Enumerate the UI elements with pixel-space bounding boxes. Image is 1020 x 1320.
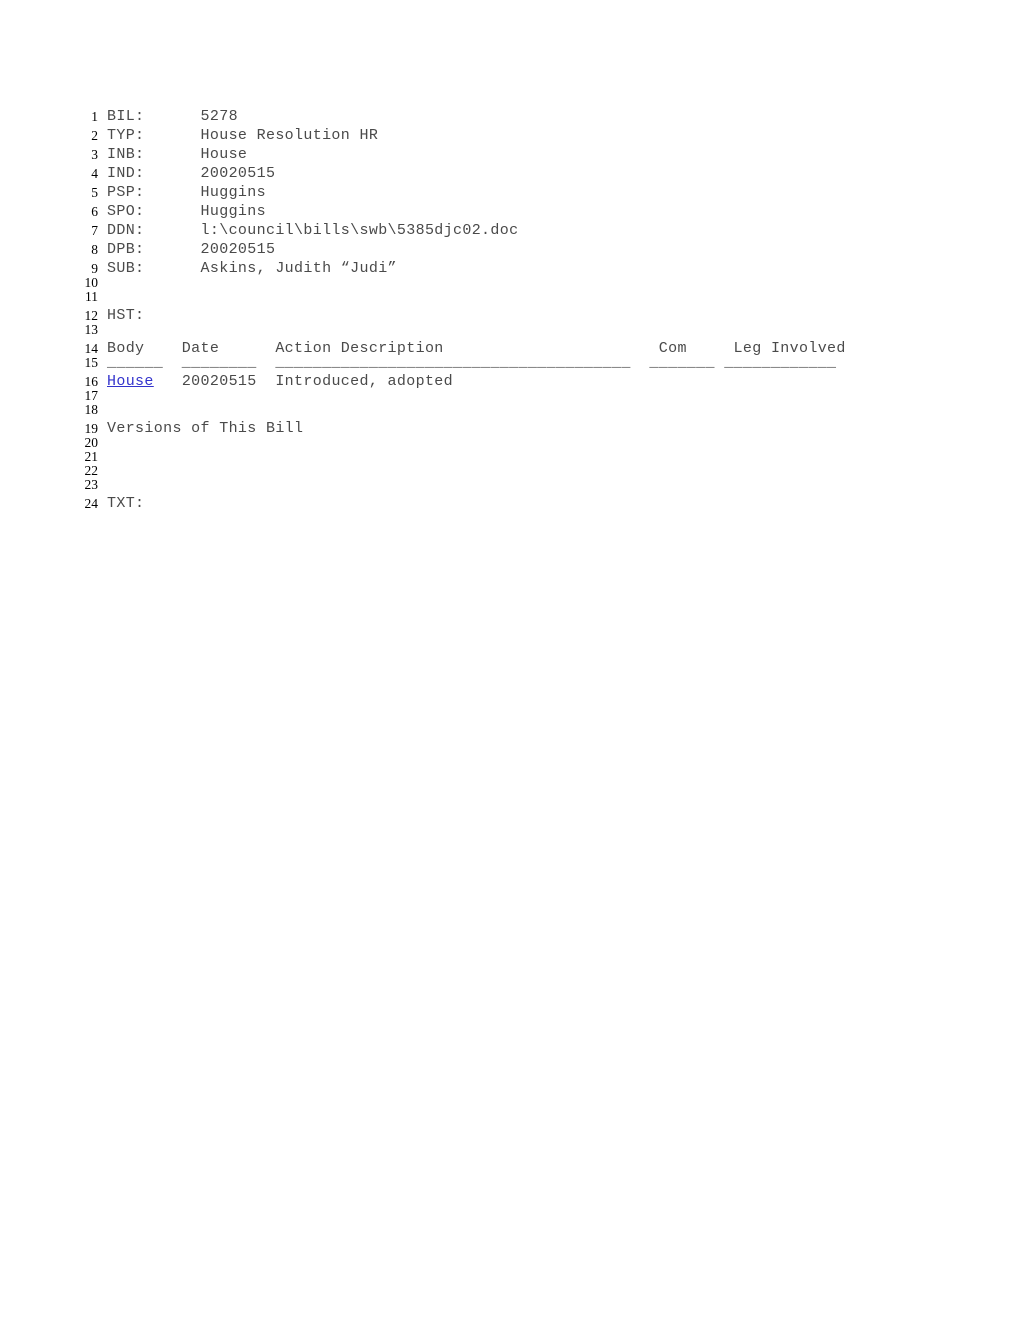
line-number: 24 — [84, 496, 99, 511]
text-line: 13 — [72, 322, 952, 338]
text-line: 9 SUB: Askins, Judith “Judi” — [72, 258, 952, 277]
body-house-link[interactable]: House — [107, 373, 154, 390]
line-number: 13 — [84, 322, 99, 337]
line-content — [98, 450, 952, 451]
history-row-rest: 20020515 Introduced, adopted — [153, 373, 454, 390]
text-line: 3 INB: House — [72, 144, 952, 163]
text-line: 22 — [72, 464, 952, 479]
line-content — [98, 337, 952, 338]
line-content: SPO: Huggins — [107, 203, 266, 220]
line-content — [98, 417, 952, 418]
text-line: 2 TYP: House Resolution HR — [72, 125, 952, 144]
text-line: 6 SPO: Huggins — [72, 201, 952, 220]
text-line: 8 DPB: 20020515 — [72, 239, 952, 258]
bill-text-body: 1 BIL: 5278 2 TYP: House Resolution HR 3… — [72, 106, 952, 512]
text-line: 12 HST: — [72, 305, 952, 324]
line-number: 4 — [91, 166, 98, 181]
text-label: TXT: — [107, 495, 145, 512]
line-number: 6 — [91, 204, 98, 219]
text-line: 10 — [72, 276, 952, 291]
line-number: 18 — [84, 402, 99, 417]
line-content — [98, 290, 952, 291]
table-row: 16 House 20020515 Introduced, adopted — [72, 371, 952, 390]
text-line: 17 — [72, 389, 952, 404]
line-number: 7 — [91, 223, 98, 238]
versions-heading: Versions of This Bill — [107, 420, 304, 437]
line-content — [98, 492, 952, 493]
history-table-separator-row: 15 ______ ________ _____________________… — [72, 354, 952, 371]
text-line: 4 IND: 20020515 — [72, 163, 952, 182]
line-content: SUB: Askins, Judith “Judi” — [107, 260, 397, 277]
history-row-content: House 20020515 Introduced, adopted — [98, 374, 952, 390]
line-number: 3 — [91, 147, 98, 162]
line-content — [98, 478, 952, 479]
versions-heading-row: 19 Versions of This Bill — [72, 418, 952, 437]
line-content — [98, 464, 952, 465]
line-content — [98, 403, 952, 404]
text-line: 23 — [72, 477, 952, 493]
line-content: BIL: 5278 — [107, 108, 238, 125]
line-content: IND: 20020515 — [107, 165, 276, 182]
text-line: 21 — [72, 450, 952, 465]
line-number: 11 — [85, 289, 98, 304]
line-content: DPB: 20020515 — [107, 241, 276, 258]
line-content: DDN: l:\council\bills\swb\5385djc02.doc — [107, 222, 519, 239]
line-number: 5 — [91, 185, 98, 200]
history-label: HST: — [107, 307, 145, 324]
line-number: 2 — [91, 128, 98, 143]
text-line: 20 — [72, 436, 952, 451]
text-line: 11 — [72, 289, 952, 305]
text-line: 7 DDN: l:\council\bills\swb\5385djc02.do… — [72, 220, 952, 239]
line-content: TYP: House Resolution HR — [107, 127, 379, 144]
text-label-row: 24 TXT: — [72, 493, 952, 512]
text-line: 5 PSP: Huggins — [72, 182, 952, 201]
line-content: INB: House — [107, 146, 248, 163]
text-line: 1 BIL: 5278 — [72, 106, 952, 125]
line-content: PSP: Huggins — [107, 184, 266, 201]
line-number: 8 — [91, 242, 98, 257]
line-number: 1 — [91, 109, 98, 124]
document-page: 1 BIL: 5278 2 TYP: House Resolution HR 3… — [0, 0, 1020, 1320]
history-table-separator: ______ ________ ________________________… — [107, 354, 837, 371]
text-line: 18 — [72, 402, 952, 418]
line-content — [98, 304, 952, 305]
line-number: 23 — [84, 477, 99, 492]
line-number: 15 — [84, 355, 99, 370]
